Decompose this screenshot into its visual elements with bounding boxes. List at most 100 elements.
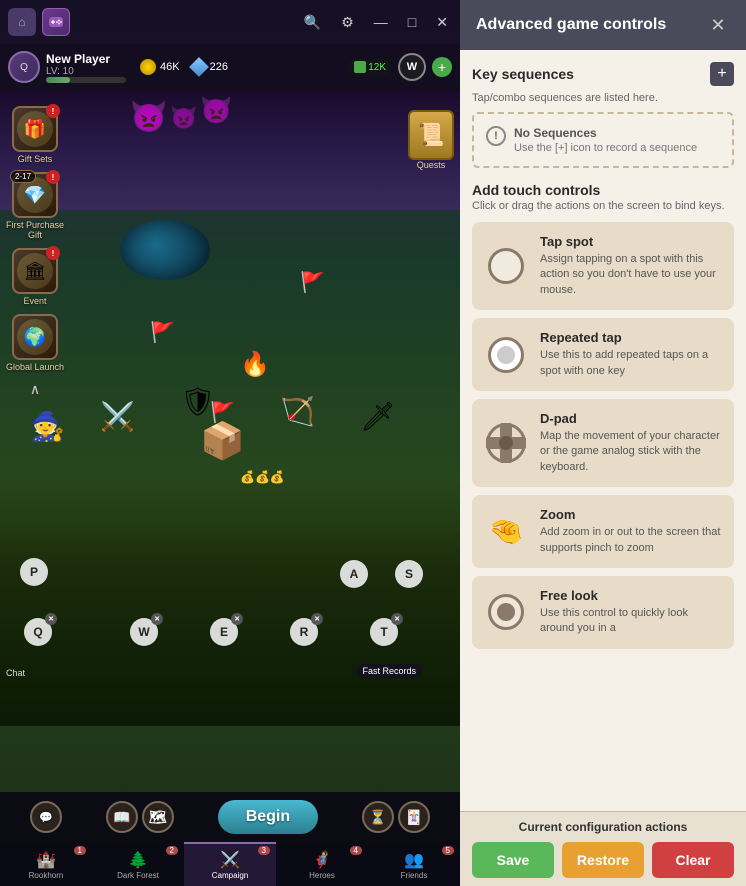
hourglass-icon[interactable]: ⏳ <box>362 801 394 833</box>
book-button[interactable]: 📖 <box>106 801 138 833</box>
tab-rookhorn[interactable]: 🏰 Rookhorn 1 <box>0 842 92 886</box>
character-4: 🏹 <box>280 395 315 428</box>
map-key-p[interactable]: P <box>20 558 48 586</box>
add-sequence-button[interactable]: + <box>710 62 734 86</box>
tab-heroes[interactable]: 🦸 Heroes 4 <box>276 842 368 886</box>
card-button[interactable]: 🃏 <box>398 801 430 833</box>
map-button[interactable]: 🗺 <box>142 801 174 833</box>
bottom-action-bar: 💬 📖 🗺 Begin ⏳ 🃏 <box>0 792 460 842</box>
map-key-s[interactable]: S <box>395 560 423 588</box>
panel-header: Advanced game controls ✕ <box>460 0 746 50</box>
zoom-icon-container: 🤏 <box>484 510 528 554</box>
hourglass-button[interactable]: ⏳ <box>362 801 394 833</box>
search-control[interactable]: 🔍 <box>300 12 325 33</box>
book-icon[interactable]: 📖 <box>106 801 138 833</box>
currency-info: 46K <box>140 59 180 75</box>
heroes-icon: 🦸 <box>312 850 332 870</box>
e-close-icon[interactable]: ✕ <box>231 613 243 625</box>
rookhorn-icon: 🏰 <box>36 850 56 870</box>
w-key-badge[interactable]: W <box>398 53 426 81</box>
map-key-a[interactable]: A <box>340 560 368 588</box>
restore-control[interactable]: □ <box>404 12 420 32</box>
repeated-tap-card[interactable]: Repeated tap Use this to add repeated ta… <box>472 318 734 391</box>
map-icon[interactable]: 🗺 <box>142 801 174 833</box>
save-button[interactable]: Save <box>472 842 554 878</box>
friends-number: 5 <box>442 846 454 855</box>
coins: 💰💰💰 <box>240 470 285 484</box>
dpad-shape <box>486 423 526 463</box>
campaign-icon: ⚔️ <box>220 850 240 870</box>
info-icon: ! <box>486 126 506 146</box>
chat-button[interactable]: 💬 <box>30 801 62 833</box>
terrain <box>0 476 460 726</box>
first-purchase-icon[interactable]: 💎 ! 2-17 <box>12 172 58 218</box>
map-key-e[interactable]: E ✕ <box>210 618 238 646</box>
global-launch-item[interactable]: 🌍 Global Launch <box>6 314 64 372</box>
key-sequences-section: Key sequences + Tap/combo sequences are … <box>472 62 734 168</box>
exp-fill <box>46 77 70 83</box>
friends-label: Friends <box>401 871 428 880</box>
event-icon[interactable]: 🏛 ! <box>12 248 58 294</box>
map-key-q[interactable]: Q ✕ <box>24 618 52 646</box>
chevron-up-icon[interactable]: ∧ <box>21 380 49 398</box>
q-close-icon[interactable]: ✕ <box>45 613 57 625</box>
heroes-number: 4 <box>350 846 362 855</box>
event-item[interactable]: 🏛 ! Event <box>6 248 64 306</box>
gift-sets-label: Gift Sets <box>18 154 53 164</box>
power-value: 12K <box>368 62 386 73</box>
quests-item[interactable]: 📜 Quests <box>408 110 454 170</box>
footer-action-buttons: Save Restore Clear <box>472 842 734 878</box>
flag-2: 🚩 <box>300 270 325 295</box>
window-controls: 🔍 ⚙ — □ ✕ <box>300 12 452 33</box>
heroes-label: Heroes <box>309 871 335 880</box>
tap-spot-card[interactable]: Tap spot Assign tapping on a spot with t… <box>472 222 734 310</box>
gift-sets-item[interactable]: 🎁 ! Gift Sets <box>6 106 64 164</box>
t-close-icon[interactable]: ✕ <box>391 613 403 625</box>
global-launch-icon[interactable]: 🌍 <box>12 314 58 360</box>
zoom-shape: 🤏 <box>486 512 526 552</box>
minimize-control[interactable]: — <box>370 12 392 32</box>
freelook-shape <box>488 594 524 630</box>
chevron-item[interactable]: ∧ <box>6 380 64 398</box>
no-sequences-box: ! No Sequences Use the [+] icon to recor… <box>472 112 734 168</box>
home-icon[interactable]: ⌂ <box>8 8 36 36</box>
chest: 📦 <box>200 420 245 462</box>
panel-close-button[interactable]: ✕ <box>706 13 730 37</box>
w-close-icon[interactable]: ✕ <box>151 613 163 625</box>
game-area: ⌂ 🔍 ⚙ — □ ✕ Q New Player LV: <box>0 0 460 886</box>
settings-control[interactable]: ⚙ <box>337 12 358 33</box>
r-close-icon[interactable]: ✕ <box>311 613 323 625</box>
clear-button[interactable]: Clear <box>652 842 734 878</box>
add-currency-button[interactable]: + <box>432 57 452 77</box>
top-bar: ⌂ 🔍 ⚙ — □ ✕ <box>0 0 460 44</box>
key-sequences-header: Key sequences + <box>472 62 734 86</box>
dpad-name: D-pad <box>540 411 722 426</box>
begin-button[interactable]: Begin <box>218 800 318 834</box>
close-control[interactable]: ✕ <box>432 12 452 33</box>
quests-icon[interactable]: 📜 <box>408 110 454 160</box>
tab-dark-forest[interactable]: 🌲 Dark Forest 2 <box>92 842 184 886</box>
event-label: Event <box>24 296 47 306</box>
player-info: New Player LV: 10 <box>46 52 126 83</box>
map-key-w[interactable]: W ✕ <box>130 618 158 646</box>
dpad-card[interactable]: D-pad Map the movement of your character… <box>472 399 734 487</box>
currency-value: 46K <box>160 61 180 73</box>
card-icon[interactable]: 🃏 <box>398 801 430 833</box>
free-look-card[interactable]: Free look Use this control to quickly lo… <box>472 576 734 649</box>
tab-friends[interactable]: 👥 Friends 5 <box>368 842 460 886</box>
restore-button[interactable]: Restore <box>562 842 644 878</box>
first-purchase-badge: ! <box>46 170 60 184</box>
power-icon <box>354 61 366 73</box>
vortex <box>120 220 210 280</box>
no-sequences-title: No Sequences <box>514 126 697 140</box>
zoom-card[interactable]: 🤏 Zoom Add zoom in or out to the screen … <box>472 495 734 568</box>
first-purchase-item[interactable]: 💎 ! 2-17 First PurchaseGift <box>6 172 64 240</box>
map-key-r[interactable]: R ✕ <box>290 618 318 646</box>
map-key-t[interactable]: T ✕ <box>370 618 398 646</box>
game-icon[interactable] <box>42 8 70 36</box>
tap-spot-name: Tap spot <box>540 234 722 249</box>
gift-sets-icon[interactable]: 🎁 ! <box>12 106 58 152</box>
chat-icon[interactable]: 💬 <box>30 801 62 833</box>
tab-campaign[interactable]: ⚔️ Campaign 3 <box>184 842 276 886</box>
repeated-tap-text: Repeated tap Use this to add repeated ta… <box>540 330 722 379</box>
